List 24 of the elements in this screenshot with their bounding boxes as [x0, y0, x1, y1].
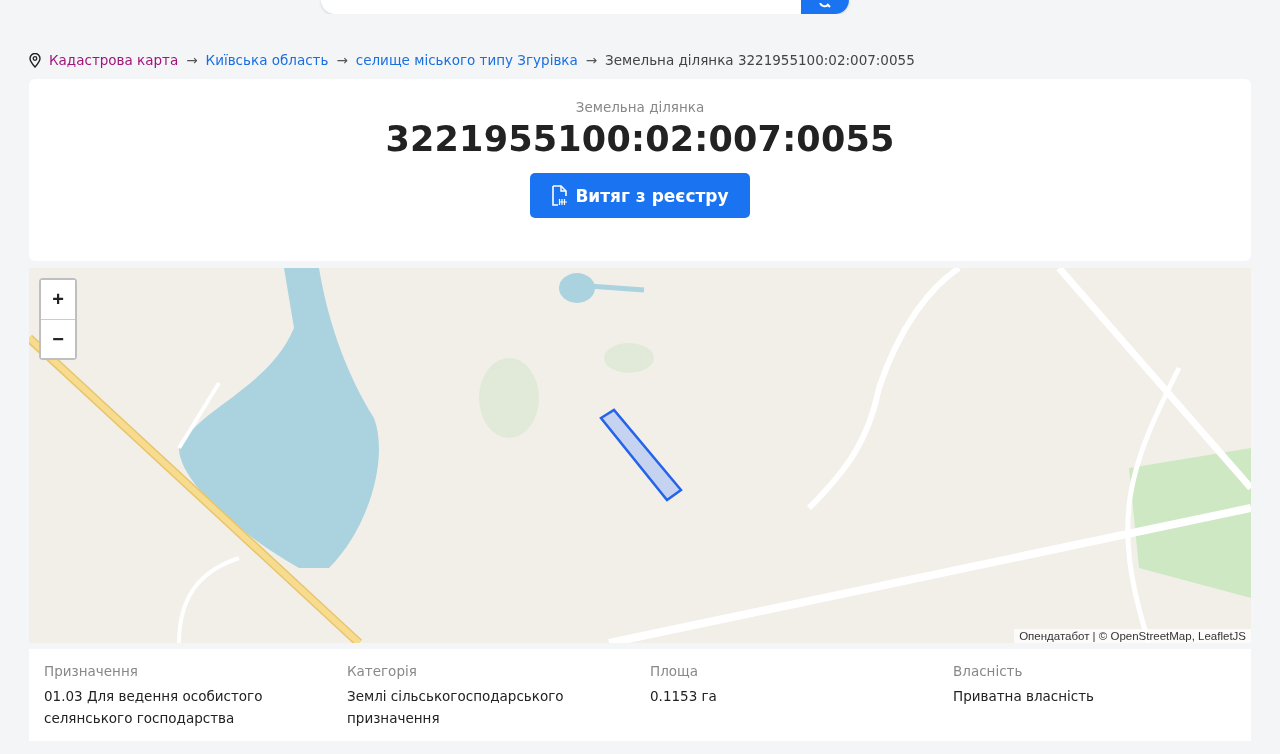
detail-label: Категорія [347, 663, 418, 679]
detail-label: Площа [650, 663, 700, 679]
detail-value: Землі сільськогосподарського призначення [347, 687, 565, 728]
registry-extract-button[interactable]: Витяг з реєстру [530, 173, 750, 218]
parcel-subtitle: Земельна ділянка [575, 99, 705, 115]
map-attribution: Опендатабот | © OpenStreetMap, LeafletJS [1014, 629, 1251, 643]
breadcrumb-link[interactable]: селище міського типу Згурівка [355, 52, 578, 68]
location-pin-icon [29, 52, 41, 68]
detail-value: Приватна власність [953, 687, 1096, 706]
breadcrumb-separator: → [585, 52, 598, 68]
zoom-out-button[interactable]: − [41, 319, 75, 358]
breadcrumb-current: Земельна ділянка 3221955100:02:007:0055 [605, 52, 915, 68]
search-button[interactable] [801, 0, 849, 14]
detail-label: Призначення [44, 663, 139, 679]
detail-label: Власність [953, 663, 1024, 679]
parcel-number: 3221955100:02:007:0055 [385, 119, 895, 159]
breadcrumb-separator: → [186, 52, 198, 68]
search-field[interactable] [321, 0, 849, 14]
breadcrumb-link[interactable]: Кадастрова карта [49, 52, 179, 68]
breadcrumb-link[interactable]: Київська область [205, 52, 329, 68]
breadcrumb-separator: → [336, 52, 348, 68]
map[interactable]: + − Опендатабот | © OpenStreetMap, LeafletJS [29, 268, 1251, 643]
detail-value: 0.1153 га [650, 687, 718, 706]
detail-value: 01.03 Для ведення особистого селянського господарства [44, 687, 264, 728]
